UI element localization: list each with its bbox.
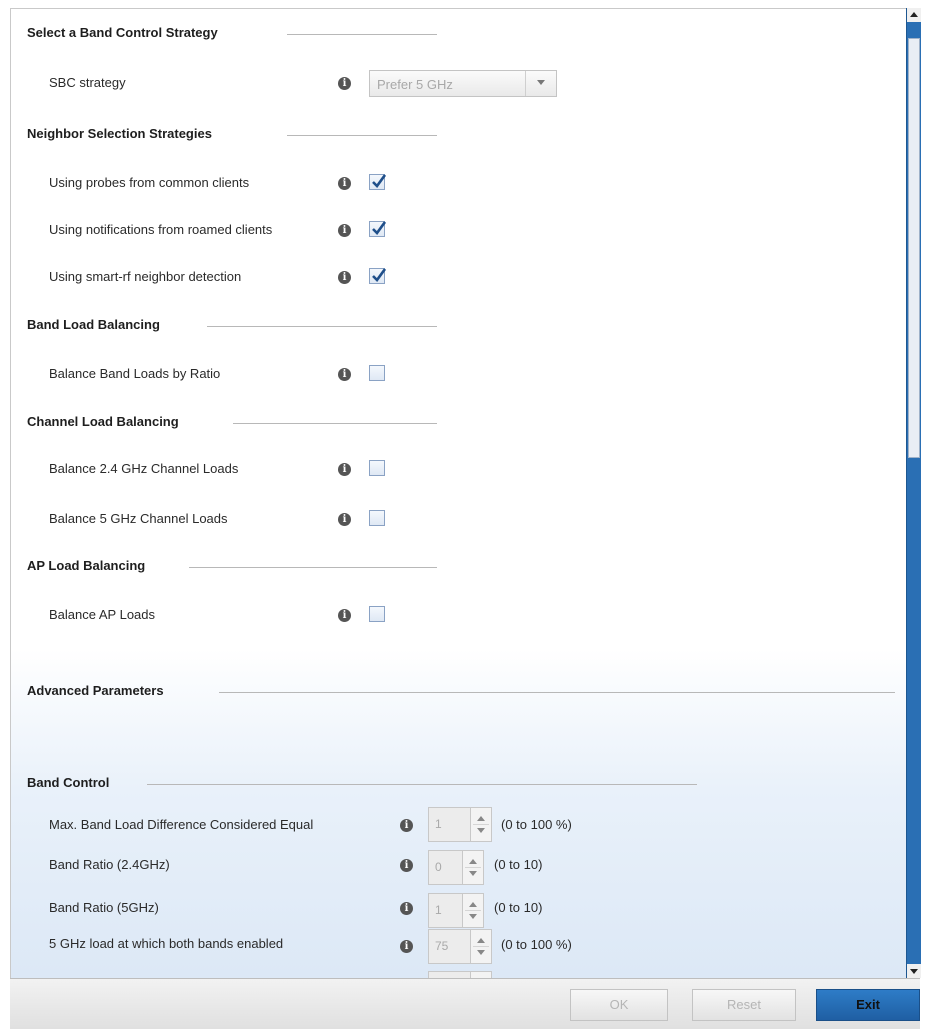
info-icon[interactable]: i (400, 940, 413, 953)
ok-button[interactable]: OK (570, 989, 668, 1021)
band-ratio-5-label: Band Ratio (5GHz) (49, 900, 159, 915)
section-title-band-control: Band Control (27, 775, 110, 790)
info-icon[interactable]: i (338, 177, 351, 190)
info-icon[interactable]: i (338, 609, 351, 622)
scrollbar-thumb[interactable] (908, 38, 920, 458)
section-divider (219, 692, 895, 693)
band-ratio-24-label: Band Ratio (2.4GHz) (49, 857, 170, 872)
max-band-load-diff-stepper[interactable]: 1 (428, 807, 492, 842)
notifications-checkbox[interactable] (369, 221, 387, 237)
info-icon[interactable]: i (338, 224, 351, 237)
ap-loads-label: Balance AP Loads (49, 607, 156, 622)
vertical-scrollbar[interactable] (906, 8, 921, 978)
band-ratio-24-stepper[interactable]: 0 (428, 850, 484, 885)
info-icon[interactable]: i (400, 902, 413, 915)
scroll-up-icon[interactable] (907, 8, 921, 22)
max-band-load-diff-label: Max. Band Load Difference Considered Equ… (49, 817, 314, 832)
load-balancing-panel: Select a Band Control Strategy SBC strat… (10, 8, 907, 980)
section-divider (287, 135, 437, 136)
notifications-label: Using notifications from roamed clients (49, 222, 273, 237)
smartrf-checkbox[interactable] (369, 268, 387, 284)
band-ratio-5-stepper[interactable]: 1 (428, 893, 484, 928)
checkmark-icon (372, 174, 387, 188)
band-ratio-5-value: 1 (435, 903, 442, 917)
section-title-advanced-parameters: Advanced Parameters (27, 683, 164, 698)
stepper-down-icon[interactable] (477, 828, 485, 833)
max-band-load-diff-range: (0 to 100 %) (501, 817, 572, 832)
exit-button[interactable]: Exit (816, 989, 920, 1021)
info-icon[interactable]: i (338, 368, 351, 381)
section-title-neighbor-selection: Neighbor Selection Strategies (27, 126, 212, 141)
stepper-down-icon[interactable] (469, 871, 477, 876)
load-5ghz-value: 75 (435, 939, 449, 953)
section-title-ap-load-balancing: AP Load Balancing (27, 558, 146, 573)
checkmark-icon (372, 268, 387, 282)
section-divider (147, 784, 697, 785)
channel-5-checkbox[interactable] (369, 510, 385, 526)
section-divider (233, 423, 437, 424)
info-icon[interactable]: i (338, 513, 351, 526)
sbc-strategy-select[interactable]: Prefer 5 GHz (369, 70, 557, 97)
section-divider (287, 34, 437, 35)
band-ratio-checkbox[interactable] (369, 365, 385, 381)
load-5ghz-label: 5 GHz load at which both bands enabled (49, 936, 284, 951)
band-ratio-24-range: (0 to 10) (494, 857, 543, 872)
band-ratio-label: Balance Band Loads by Ratio (49, 366, 221, 381)
smartrf-label: Using smart-rf neighbor detection (49, 269, 242, 284)
channel-5-label: Balance 5 GHz Channel Loads (49, 511, 228, 526)
stepper-up-icon[interactable] (477, 938, 485, 943)
section-title-channel-load-balancing: Channel Load Balancing (27, 414, 179, 429)
info-icon[interactable]: i (338, 271, 351, 284)
dialog-footer: OK Reset Exit (10, 978, 920, 1029)
load-5ghz-range: (0 to 100 %) (501, 937, 572, 952)
channel-24-label: Balance 2.4 GHz Channel Loads (49, 461, 239, 476)
ap-loads-checkbox[interactable] (369, 606, 385, 622)
section-title-band-control-strategy: Select a Band Control Strategy (27, 25, 218, 40)
reset-button[interactable]: Reset (692, 989, 796, 1021)
stepper-up-icon[interactable] (477, 816, 485, 821)
sbc-strategy-value: Prefer 5 GHz (377, 77, 453, 92)
section-divider (189, 567, 437, 568)
sbc-strategy-label: SBC strategy (49, 75, 126, 90)
info-icon[interactable]: i (400, 859, 413, 872)
info-icon[interactable]: i (338, 463, 351, 476)
max-band-load-diff-value: 1 (435, 817, 442, 831)
section-title-band-load-balancing: Band Load Balancing (27, 317, 160, 332)
channel-24-checkbox[interactable] (369, 460, 385, 476)
scroll-down-icon[interactable] (907, 964, 921, 978)
info-icon[interactable]: i (400, 819, 413, 832)
stepper-down-icon[interactable] (477, 950, 485, 955)
band-ratio-5-range: (0 to 10) (494, 900, 543, 915)
load-5ghz-stepper[interactable]: 75 (428, 929, 492, 964)
stepper-down-icon[interactable] (469, 914, 477, 919)
stepper-up-icon[interactable] (469, 902, 477, 907)
chevron-down-icon[interactable] (525, 71, 556, 96)
section-divider (207, 326, 437, 327)
band-ratio-24-value: 0 (435, 860, 442, 874)
probes-checkbox[interactable] (369, 174, 387, 190)
checkmark-icon (372, 221, 387, 235)
stepper-up-icon[interactable] (469, 859, 477, 864)
probes-label: Using probes from common clients (49, 175, 250, 190)
info-icon[interactable]: i (338, 77, 351, 90)
